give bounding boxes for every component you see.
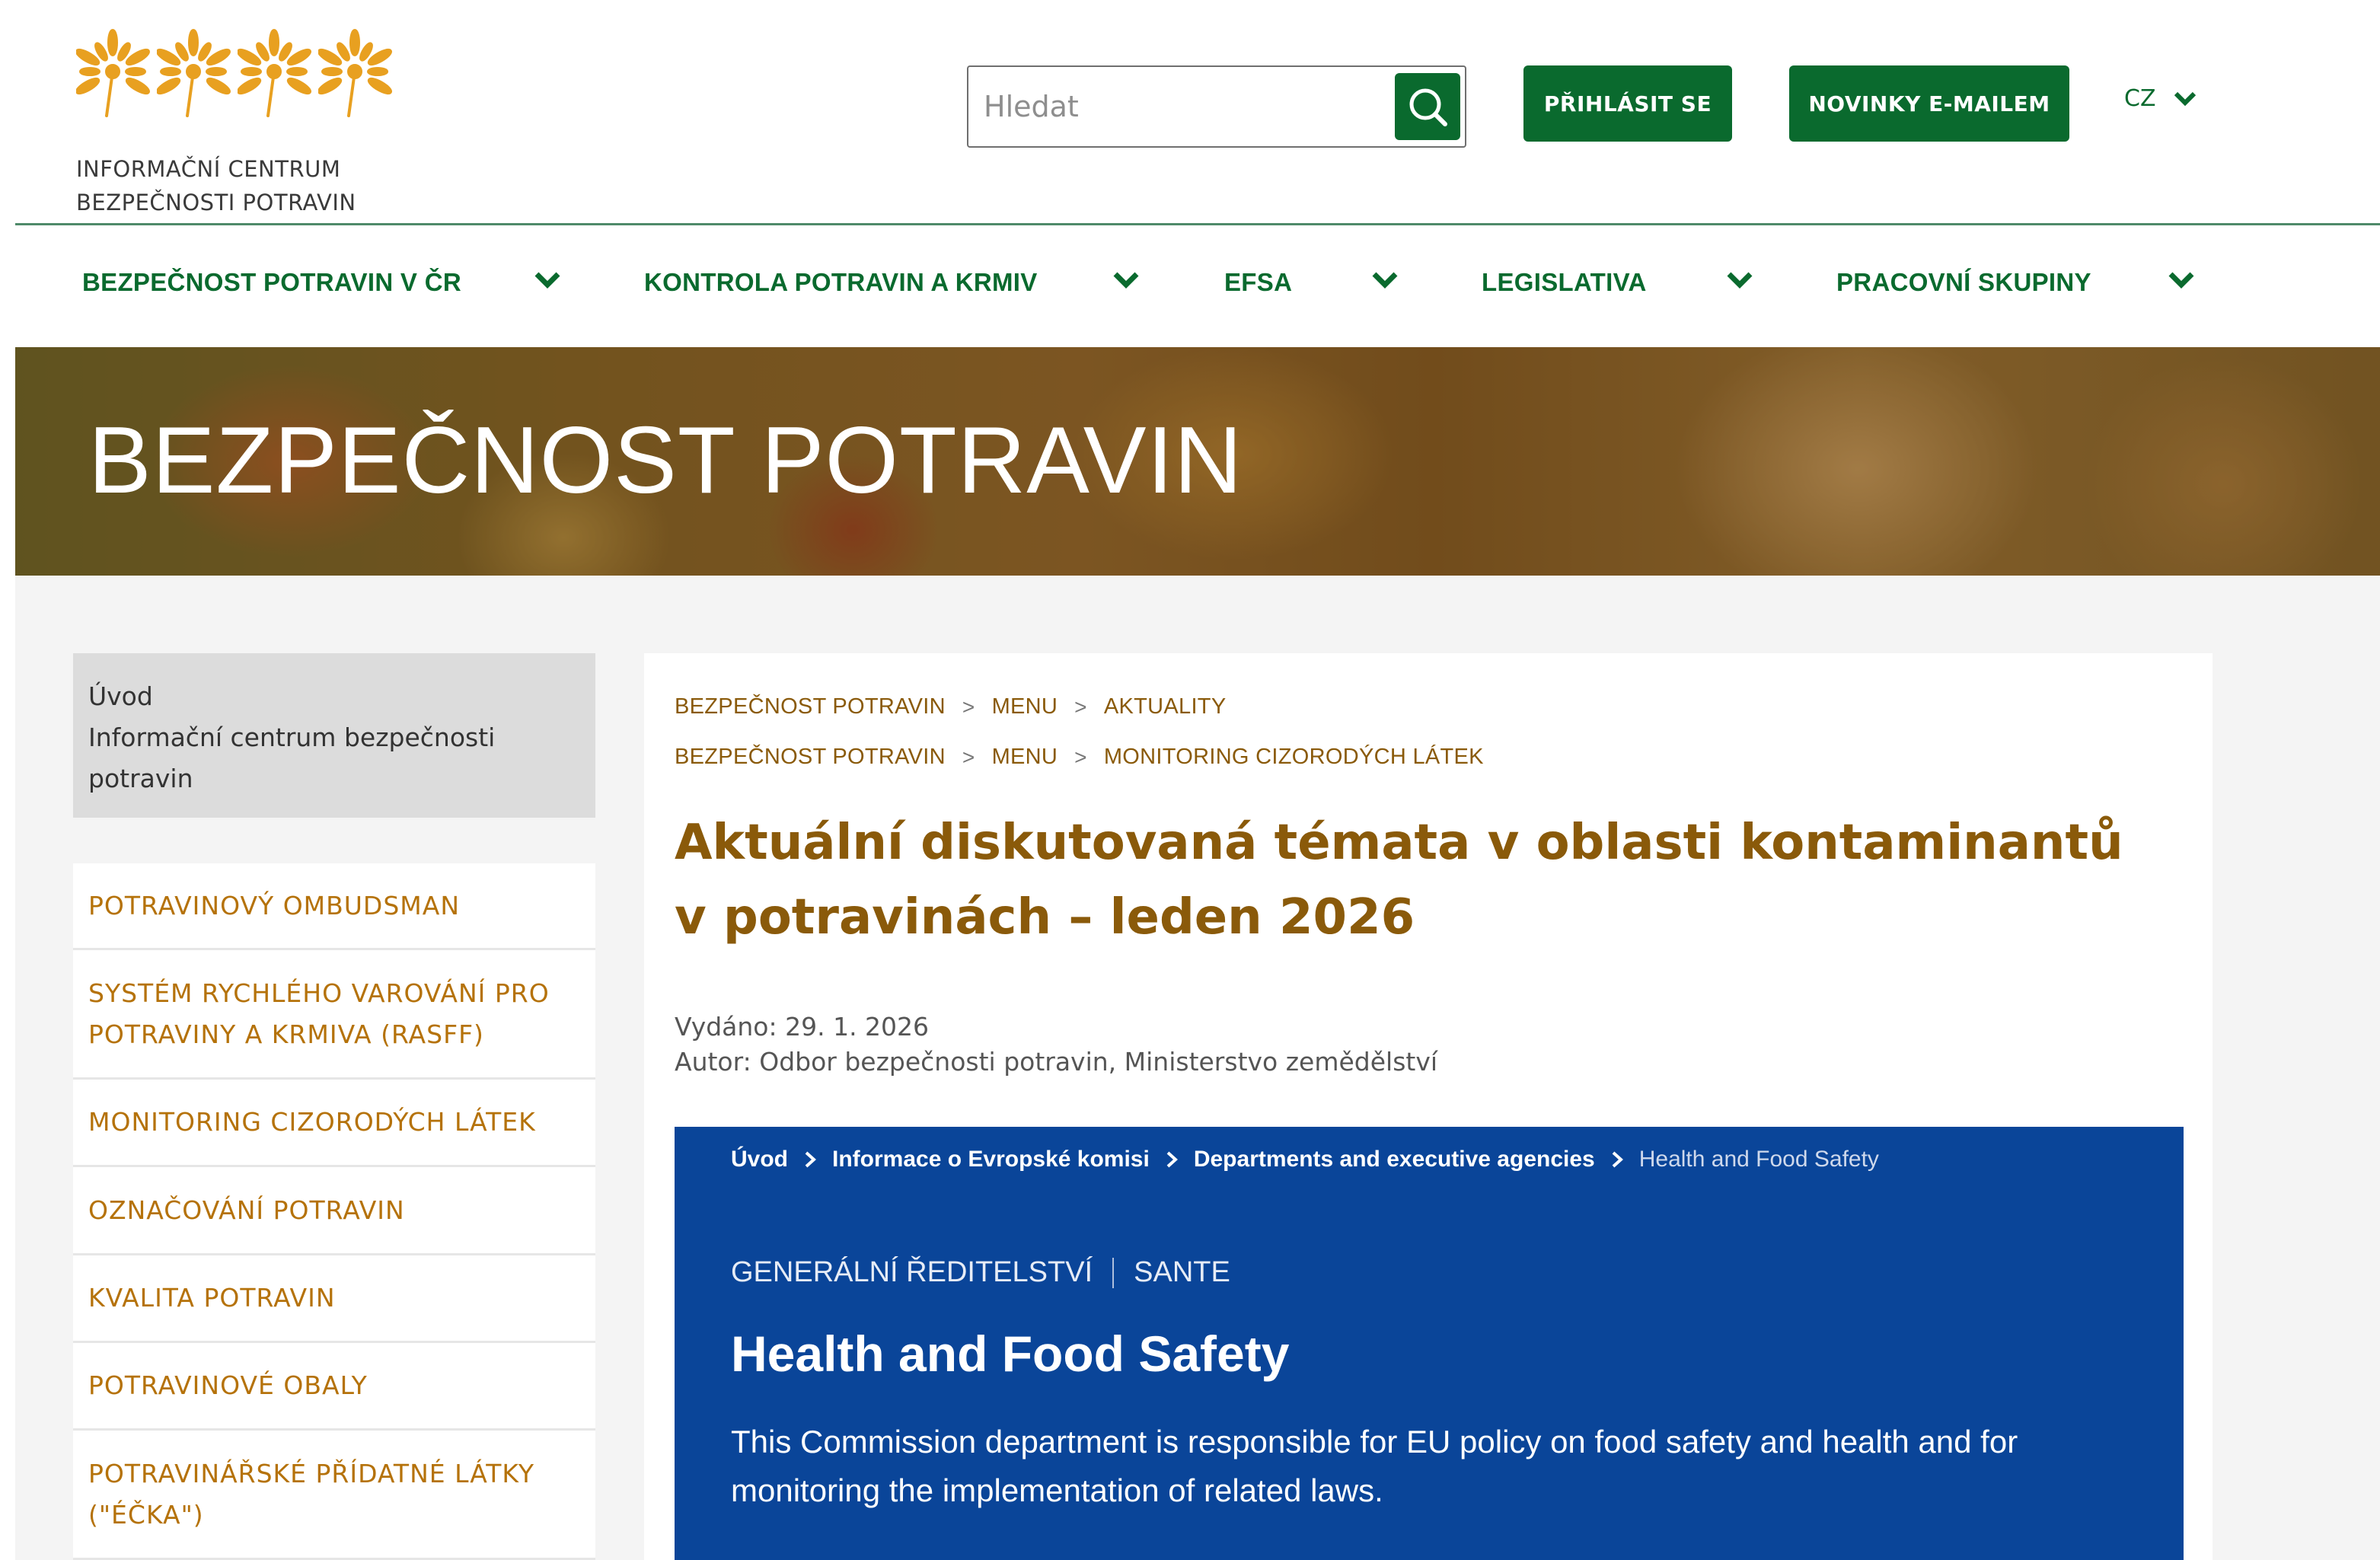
sidebar-item-label: SYSTÉM RYCHLÉHO VAROVÁNÍ PRO [88,978,550,1008]
page-title: Aktuální diskutovaná témata v oblasti ko… [675,806,2184,955]
chevron-right-icon [1166,1151,1178,1168]
header-divider [15,223,2380,225]
eu-dg-code: SANTE [1134,1256,1230,1288]
sidebar-item-label: POTRAVINY A KRMIVA (RASFF) [88,1019,484,1049]
language-selector[interactable]: CZ [2124,85,2197,112]
sidebar-item-monitoring[interactable]: MONITORING CIZORODÝCH LÁTEK [73,1080,595,1167]
banner-title: BEZPEČNOST POTRAVIN [88,408,1243,513]
sidebar-item-label: MONITORING CIZORODÝCH LÁTEK [88,1107,536,1137]
chevron-down-icon[interactable] [1370,270,1399,291]
breadcrumb-link[interactable]: BEZPEČNOST POTRAVIN [675,745,946,770]
eu-commission-embed: Úvod Informace o Evropské komisi Departm… [675,1127,2184,1560]
breadcrumb: BEZPEČNOST POTRAVIN > MENU > AKTUALITY [675,694,1226,719]
logo-text: INFORMAČNÍ CENTRUM BEZPEČNOSTI POTRAVIN [76,152,404,219]
published-date: Vydáno: 29. 1. 2026 [675,1012,930,1042]
search-icon [1409,88,1447,126]
breadcrumb-separator: > [962,694,975,719]
breadcrumb-link[interactable]: BEZPEČNOST POTRAVIN [675,694,946,719]
nav-item-label: BEZPEČNOST POTRAVIN V ČR [82,268,461,296]
sidebar-home-label: Úvod [88,681,153,711]
nav-item-bezpecnost-potravin-v-cr[interactable]: BEZPEČNOST POTRAVIN V ČR [82,268,461,297]
breadcrumb-link[interactable]: MENU [992,694,1058,719]
nav-item-label: PRACOVNÍ SKUPINY [1836,268,2091,296]
eu-breadcrumb-link[interactable]: Informace o Evropské komisi [832,1147,1150,1172]
sidebar-item-label: ("ÉČKA") [88,1499,204,1530]
sidebar-item-label: OZNAČOVÁNÍ POTRAVIN [88,1195,405,1225]
eu-breadcrumb: Úvod Informace o Evropské komisi Departm… [731,1147,1879,1172]
breadcrumb-separator: > [1074,745,1087,769]
sidebar-item-kvalita[interactable]: KVALITA POTRAVIN [73,1255,595,1343]
nav-item-label: KONTROLA POTRAVIN A KRMIV [644,268,1038,296]
chevron-down-icon[interactable] [1725,270,1754,291]
chevron-down-icon[interactable] [533,270,562,291]
sidebar-item-pridatne-latky[interactable]: POTRAVINÁŘSKÉ PŘÍDATNÉ LÁTKY ("ÉČKA") [73,1431,595,1560]
article-card: BEZPEČNOST POTRAVIN > MENU > AKTUALITY B… [644,653,2213,1560]
breadcrumb-link[interactable]: AKTUALITY [1104,694,1227,719]
hero-banner: BEZPEČNOST POTRAVIN [15,347,2380,576]
sidebar-item-oznacovani[interactable]: OZNAČOVÁNÍ POTRAVIN [73,1167,595,1255]
divider [1112,1257,1115,1288]
article-meta: Vydáno: 29. 1. 2026 Autor: Odbor bezpečn… [675,1010,1437,1080]
sidebar-home-subtitle-1: Informační centrum bezpečnosti [88,723,496,752]
nav-item-label: EFSA [1224,268,1293,296]
login-button[interactable]: PŘIHLÁSIT SE [1523,65,1732,142]
nav-item-efsa[interactable]: EFSA [1224,268,1292,297]
nav-item-label: LEGISLATIVA [1482,268,1647,296]
sidebar-home-subtitle-2: potravin [88,764,193,793]
sidebar-item-obaly[interactable]: POTRAVINOVÉ OBALY [73,1343,595,1431]
article-author: Autor: Odbor bezpečnosti potravin, Minis… [675,1047,1438,1077]
nav-item-pracovni-skupiny[interactable]: PRACOVNÍ SKUPINY [1836,268,2091,297]
logo-line-2: BEZPEČNOSTI POTRAVIN [76,190,356,215]
eu-dg-label: GENERÁLNÍ ŘEDITELSTVÍ SANTE [731,1256,1230,1289]
breadcrumb-separator: > [962,745,975,769]
breadcrumb-link[interactable]: MONITORING CIZORODÝCH LÁTEK [1104,745,1484,770]
sidebar-item-label: POTRAVINÁŘSKÉ PŘÍDATNÉ LÁTKY [88,1458,535,1488]
newsletter-button[interactable]: NOVINKY E-MAILEM [1789,65,2069,142]
language-label: CZ [2124,85,2156,112]
chevron-down-icon[interactable] [2167,270,2196,291]
search-input[interactable] [984,81,1380,132]
sidebar-item-label: POTRAVINOVÝ OMBUDSMAN [88,890,461,920]
sidebar-item-label: POTRAVINOVÉ OBALY [88,1370,368,1400]
search-button[interactable] [1395,73,1460,140]
eu-breadcrumb-link[interactable]: Úvod [731,1147,788,1172]
site-logo[interactable]: INFORMAČNÍ CENTRUM BEZPEČNOSTI POTRAVIN [76,27,404,219]
sidebar-item-label: KVALITA POTRAVIN [88,1283,336,1313]
chevron-down-icon[interactable] [1112,270,1141,291]
eu-breadcrumb-current: Health and Food Safety [1638,1147,1879,1172]
search-box [967,65,1466,148]
sidebar-item-potravinovy-ombudsman[interactable]: POTRAVINOVÝ OMBUDSMAN [73,863,595,950]
eu-description: This Commission department is responsibl… [731,1424,2018,1508]
nav-item-kontrola-potravin[interactable]: KONTROLA POTRAVIN A KRMIV [644,268,1038,297]
eu-breadcrumb-link[interactable]: Departments and executive agencies [1194,1147,1595,1172]
main-nav: BEZPEČNOST POTRAVIN V ČR KONTROLA POTRAV… [0,259,2380,312]
page-title-line-1: Aktuální diskutovaná témata v oblasti ko… [675,815,2123,871]
wheat-flower-icon [76,27,404,117]
eu-title: Health and Food Safety [731,1326,1290,1382]
breadcrumb: BEZPEČNOST POTRAVIN > MENU > MONITORING … [675,745,1484,770]
logo-line-1: INFORMAČNÍ CENTRUM [76,156,341,182]
sidebar-item-rasff[interactable]: SYSTÉM RYCHLÉHO VAROVÁNÍ PRO POTRAVINY A… [73,950,595,1080]
eu-dg-type: GENERÁLNÍ ŘEDITELSTVÍ [731,1256,1093,1288]
sidebar-home-link[interactable]: Úvod Informační centrum bezpečnosti potr… [73,653,595,818]
chevron-right-icon [1612,1151,1623,1168]
breadcrumb-link[interactable]: MENU [992,745,1058,770]
chevron-right-icon [805,1151,816,1168]
sidebar-menu: POTRAVINOVÝ OMBUDSMAN SYSTÉM RYCHLÉHO VA… [73,863,595,1560]
page-title-line-2: v potravinách – leden 2026 [675,889,1415,946]
nav-item-legislativa[interactable]: LEGISLATIVA [1482,268,1647,297]
chevron-down-icon [2174,91,2196,106]
breadcrumb-separator: > [1074,694,1087,719]
